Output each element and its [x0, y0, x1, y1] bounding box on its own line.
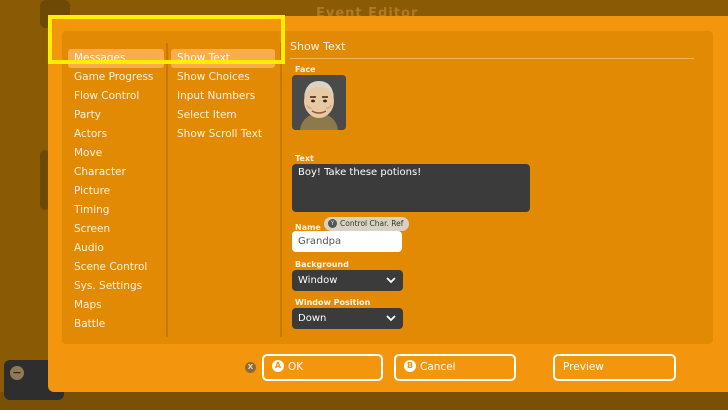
command-item-show-choices[interactable]: Show Choices — [171, 68, 275, 87]
category-item-party[interactable]: Party — [68, 106, 164, 125]
background-strip — [0, 392, 728, 410]
ok-button[interactable]: A OK — [262, 354, 383, 381]
x-button-icon: X — [245, 362, 256, 373]
ok-label: OK — [288, 361, 304, 373]
grandpa-face-image — [292, 75, 346, 130]
message-text-field[interactable]: Boy! Take these potions! — [292, 164, 530, 212]
window-position-value: Down — [298, 313, 327, 324]
divider — [280, 43, 282, 337]
cancel-label: Cancel — [420, 361, 456, 373]
face-label: Face — [295, 65, 316, 74]
category-item-battle[interactable]: Battle — [68, 315, 164, 334]
show-text-detail: Show Text Face Text Boy! Take these poti… — [290, 31, 702, 344]
category-item-game-progress[interactable]: Game Progress — [68, 68, 164, 87]
event-command-dialog: Messages Game Progress Flow Control Party Ac… — [48, 16, 728, 392]
category-item-maps[interactable]: Maps — [68, 296, 164, 315]
category-list: Messages Game Progress Flow Control Party Ac… — [68, 49, 164, 334]
background-select[interactable]: Window — [292, 270, 403, 291]
category-item-audio[interactable]: Audio — [68, 239, 164, 258]
command-item-select-item[interactable]: Select Item — [171, 106, 275, 125]
command-item-input-numbers[interactable]: Input Numbers — [171, 87, 275, 106]
background-label: Background — [295, 260, 349, 269]
category-item-scene-control[interactable]: Scene Control — [68, 258, 164, 277]
divider — [290, 58, 694, 59]
category-item-move[interactable]: Move — [68, 144, 164, 163]
cancel-button[interactable]: B Cancel — [394, 354, 516, 381]
chevron-down-icon — [386, 315, 396, 322]
category-item-screen[interactable]: Screen — [68, 220, 164, 239]
text-label: Text — [295, 154, 314, 163]
chevron-down-icon — [386, 277, 396, 284]
detail-title: Show Text — [290, 40, 346, 53]
control-char-ref-label: Control Char. Ref — [340, 219, 404, 228]
divider — [166, 43, 168, 337]
tutorial-highlight-frame — [48, 15, 285, 64]
y-button-icon: Y — [328, 218, 337, 228]
control-char-ref-button[interactable]: Y Control Char. Ref — [324, 217, 410, 231]
preview-label: Preview — [563, 361, 604, 373]
minus-icon: − — [10, 366, 24, 380]
window-position-label: Window Position — [295, 298, 371, 307]
window-position-select[interactable]: Down — [292, 308, 403, 329]
category-item-flow-control[interactable]: Flow Control — [68, 87, 164, 106]
category-item-character[interactable]: Character — [68, 163, 164, 182]
b-button-icon: B — [404, 360, 416, 372]
preview-button[interactable]: Preview — [553, 354, 676, 381]
category-item-timing[interactable]: Timing — [68, 201, 164, 220]
category-item-actors[interactable]: Actors — [68, 125, 164, 144]
face-portrait[interactable] — [292, 75, 346, 130]
a-button-icon: A — [272, 360, 284, 372]
background-value: Window — [298, 275, 338, 286]
command-item-show-scroll-text[interactable]: Show Scroll Text — [171, 125, 275, 144]
command-panel: Messages Game Progress Flow Control Party Ac… — [62, 31, 713, 344]
name-field[interactable]: Grandpa — [292, 231, 402, 252]
category-item-sys-settings[interactable]: Sys. Settings — [68, 277, 164, 296]
category-item-picture[interactable]: Picture — [68, 182, 164, 201]
